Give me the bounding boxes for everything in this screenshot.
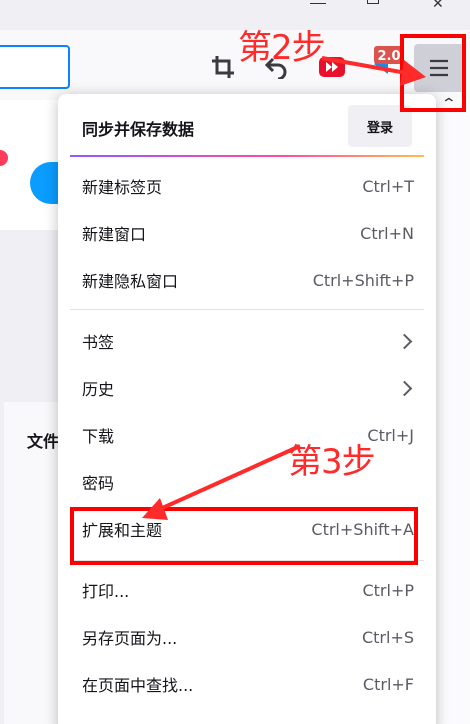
menu-item-label: 书签 <box>82 333 115 352</box>
menu-item-new-window[interactable]: 新建窗口 Ctrl+N <box>58 211 436 255</box>
scroll-area <box>436 98 470 724</box>
menu-item-label: 新建隐私窗口 <box>82 272 179 291</box>
sync-title: 同步并保存数据 <box>82 120 195 139</box>
step3-label: 第3步 <box>288 442 376 482</box>
gradient-divider <box>70 155 424 157</box>
menu-item-new-private-window[interactable]: 新建隐私窗口 Ctrl+Shift+P <box>58 258 436 302</box>
menu-separator <box>70 309 424 310</box>
step2-label: 第2步 <box>238 28 326 68</box>
menu-item-downloads[interactable]: 下载 Ctrl+J <box>58 413 436 457</box>
menu-item-label: 历史 <box>82 380 115 399</box>
menu-item-shortcut: Ctrl+Shift+P <box>312 270 414 290</box>
menu-item-label: 新建标签页 <box>82 178 163 197</box>
menu-item-label: 打印... <box>82 582 130 601</box>
menu-item-label: 在页面中查找... <box>82 676 194 695</box>
menu-item-history[interactable]: 历史 <box>58 366 436 410</box>
menu-item-label: 新建窗口 <box>82 225 147 244</box>
maximize-icon[interactable] <box>367 0 379 4</box>
chevron-right-icon <box>396 380 413 396</box>
extension-badge: 2.0 <box>377 49 400 64</box>
background-card-text: 文件 <box>27 432 60 451</box>
menu-item-passwords[interactable]: 密码 <box>58 460 436 504</box>
menu-item-save-page[interactable]: 另存页面为... Ctrl+S <box>58 615 436 659</box>
url-bar[interactable] <box>0 45 70 89</box>
menu-item-shortcut: Ctrl+T <box>362 176 414 196</box>
title-bar <box>0 0 470 30</box>
menu-item-new-tab[interactable]: 新建标签页 Ctrl+T <box>58 164 436 208</box>
menu-item-shortcut: Ctrl+F <box>362 674 414 694</box>
step2-highlight-box <box>400 34 466 112</box>
menu-item-label: 另存页面为... <box>82 629 178 648</box>
menu-item-shortcut: Ctrl+N <box>360 223 414 243</box>
menu-item-label: 下载 <box>82 427 115 446</box>
crop-icon[interactable] <box>208 52 238 82</box>
menu-item-label: 密码 <box>82 474 115 493</box>
close-window-icon[interactable]: ✕ <box>432 0 444 12</box>
menu-item-shortcut: Ctrl+S <box>361 627 414 647</box>
menu-item-shortcut: Ctrl+P <box>362 580 414 600</box>
app-menu-panel: 同步并保存数据 登录 新建标签页 Ctrl+T 新建窗口 Ctrl+N 新建隐私… <box>58 94 436 724</box>
menu-item-find-in-page[interactable]: 在页面中查找... Ctrl+F <box>58 662 436 706</box>
menu-item-bookmarks[interactable]: 书签 <box>58 319 436 363</box>
step3-highlight-box <box>70 507 418 565</box>
menu-item-print[interactable]: 打印... Ctrl+P <box>58 568 436 612</box>
chevron-right-icon <box>396 333 413 349</box>
minimize-icon[interactable] <box>310 3 326 4</box>
